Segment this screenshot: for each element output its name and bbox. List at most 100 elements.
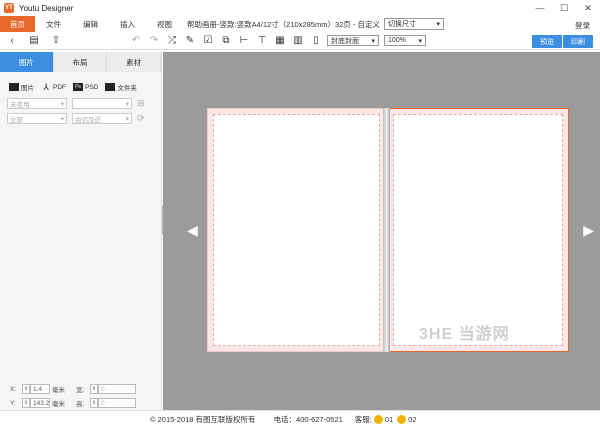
- footer: © 2015-2018 有图互联版权所有 电话：400-627-0521 客服:…: [0, 410, 600, 428]
- height-input[interactable]: 0: [98, 398, 136, 408]
- check-image-icon[interactable]: ☑: [202, 35, 214, 47]
- login-link[interactable]: 登录: [575, 20, 590, 31]
- usage-filter-select[interactable]: 未使用 ▾: [7, 98, 67, 109]
- chevron-down-icon: ▾: [418, 37, 422, 45]
- grid-icon[interactable]: ▦: [274, 35, 286, 47]
- size-select[interactable]: 切换尺寸 ▾: [383, 18, 444, 30]
- width-label: 宽:: [76, 387, 85, 394]
- size-select-value: 切换尺寸: [387, 21, 416, 28]
- service-2[interactable]: 02: [408, 415, 416, 424]
- back-icon[interactable]: ‹: [6, 35, 18, 47]
- zoom-select[interactable]: 100% ▾: [384, 35, 426, 46]
- x-label: X:: [10, 385, 17, 393]
- crop-icon[interactable]: ⧉: [220, 35, 232, 47]
- prev-page-arrow-icon[interactable]: ◀: [187, 222, 198, 239]
- file-type-folder[interactable]: 文件夹: [105, 82, 137, 92]
- file-type-label: PSD: [85, 83, 99, 91]
- folder-icon: [105, 83, 116, 91]
- file-type-label: 文件夹: [117, 85, 137, 92]
- panel-tabs: 图片 布局 素材: [0, 52, 162, 72]
- menu-item-insert[interactable]: 插入: [109, 16, 146, 32]
- y-unit: 毫米: [52, 401, 65, 408]
- book-spine: [383, 108, 390, 352]
- minimize-button[interactable]: —: [528, 0, 552, 16]
- filter-row-1: 未使用 ▾ ▾ ⊞: [0, 98, 161, 109]
- align-left-icon[interactable]: ⊢: [238, 35, 250, 47]
- design-canvas[interactable]: ◀ ▶ 3HE 当游网: [163, 52, 600, 410]
- layout-icon[interactable]: ▥: [292, 35, 304, 47]
- zoom-select-value: 100%: [388, 37, 406, 44]
- usage-filter-value: 未使用: [10, 101, 30, 109]
- x-input[interactable]: 1.4: [30, 384, 50, 394]
- undo-icon[interactable]: ↶: [130, 35, 142, 47]
- sort-filter-select[interactable]: 由远及近 ▾: [72, 113, 132, 124]
- redo-icon[interactable]: ↷: [148, 35, 160, 47]
- refresh-icon[interactable]: ⟳: [137, 113, 145, 124]
- coord-row-xw: X: ⇕ 1.4 毫米 宽: ⇕ 0: [10, 382, 136, 396]
- preview-button[interactable]: 预览: [532, 35, 562, 48]
- align-top-icon[interactable]: ⊤: [256, 35, 268, 47]
- page-icon[interactable]: ▯: [310, 35, 322, 47]
- file-type-label: PDF: [53, 83, 66, 91]
- shuffle-icon[interactable]: ⤮: [166, 35, 178, 47]
- next-page-arrow-icon[interactable]: ▶: [583, 222, 594, 239]
- right-page[interactable]: [387, 108, 569, 352]
- app-title: Youtu Designer: [19, 3, 74, 13]
- file-type-pdf[interactable]: ⅄ PDF: [41, 81, 66, 92]
- height-label: 高:: [76, 401, 85, 408]
- y-input[interactable]: 143.2: [30, 398, 50, 408]
- grid-view-icon[interactable]: ⊞: [137, 98, 145, 109]
- file-type-psd[interactable]: Ps PSD: [73, 83, 98, 91]
- file-type-images[interactable]: 图片: [9, 82, 34, 92]
- menu-bar: 首页 文件 编辑 插入 视图 帮助 画册-竖款:竖款A4/12寸（210x285…: [0, 16, 600, 32]
- sort-filter-value: 由远及近: [75, 116, 101, 124]
- export-icon[interactable]: ⇪: [50, 35, 62, 47]
- chevron-down-icon: ▾: [60, 100, 64, 108]
- width-stepper[interactable]: ⇕: [90, 384, 98, 394]
- menu-item-view[interactable]: 视图: [146, 16, 183, 32]
- copyright-text: © 2015-2018 有图互联版权所有: [150, 415, 256, 424]
- title-bar: YT Youtu Designer — ☐ ✕: [0, 0, 600, 16]
- maximize-button[interactable]: ☐: [552, 0, 576, 16]
- qq-icon[interactable]: [373, 415, 383, 424]
- folder-icon: [9, 83, 19, 91]
- left-page[interactable]: [207, 108, 386, 352]
- height-stepper[interactable]: ⇕: [90, 398, 98, 408]
- menu-item-help[interactable]: 帮助: [183, 16, 202, 32]
- pdf-icon: ⅄: [43, 81, 49, 92]
- x-unit: 毫米: [52, 387, 65, 394]
- edit-image-icon[interactable]: ✎: [184, 35, 196, 47]
- toolbar: ‹ ▤ ⇪ ↶ ↷ ⤮ ✎ ☑ ⧉ ⊢ ⊤ ▦ ▥ ▯ 封底封面 ▾ 100% …: [0, 32, 600, 50]
- menu-item-file[interactable]: 文件: [35, 16, 72, 32]
- left-panel: 图片 布局 素材 图片 ⅄ PDF Ps PSD 文件夹 未使用 ▾ ▾ ⊞ 全…: [0, 52, 162, 410]
- tab-images[interactable]: 图片: [0, 52, 54, 72]
- psd-icon: Ps: [73, 83, 83, 91]
- chevron-down-icon: ▾: [125, 115, 129, 123]
- x-stepper[interactable]: ⇕: [22, 384, 30, 394]
- menu-item-edit[interactable]: 编辑: [72, 16, 109, 32]
- document-info: 画册-竖款:竖款A4/12寸（210x285mm）32页 - 自定义: [202, 19, 380, 29]
- service-1[interactable]: 01: [385, 415, 393, 424]
- window-controls: — ☐ ✕: [528, 0, 600, 16]
- left-page-safe-area: [213, 114, 380, 346]
- coord-row-yh: Y: ⇕ 143.2 毫米 高: ⇕ 0: [10, 396, 136, 410]
- chevron-down-icon: ▾: [125, 100, 129, 108]
- coordinates-panel: X: ⇕ 1.4 毫米 宽: ⇕ 0 Y: ⇕ 143.2 毫米 高: ⇕ 0: [10, 382, 136, 410]
- print-button[interactable]: 印刷: [563, 35, 593, 48]
- service-label: 客服:: [354, 415, 372, 424]
- phone-text: 电话：400-627-0521: [273, 415, 343, 424]
- close-button[interactable]: ✕: [576, 0, 600, 16]
- menu-item-home[interactable]: 首页: [0, 16, 35, 32]
- tab-layout[interactable]: 布局: [54, 52, 108, 72]
- qq-icon[interactable]: [397, 415, 407, 424]
- new-document-icon[interactable]: ▤: [28, 35, 40, 47]
- tab-materials[interactable]: 素材: [107, 52, 162, 72]
- category-filter-select[interactable]: ▾: [72, 98, 132, 109]
- width-input[interactable]: 0: [98, 384, 136, 394]
- right-page-safe-area: [393, 114, 563, 346]
- scope-filter-select[interactable]: 全部 ▾: [7, 113, 67, 124]
- file-type-label: 图片: [21, 85, 34, 92]
- cover-select[interactable]: 封底封面 ▾: [327, 35, 379, 46]
- y-stepper[interactable]: ⇕: [22, 398, 30, 408]
- y-label: Y:: [10, 399, 16, 407]
